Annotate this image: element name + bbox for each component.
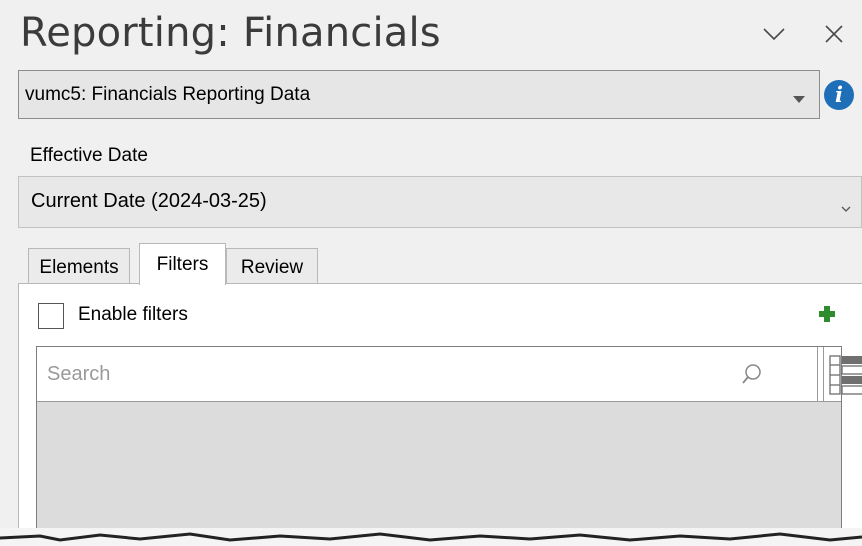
enable-filters-label[interactable]: Enable filters	[78, 304, 188, 326]
divider	[817, 347, 818, 402]
tab-elements[interactable]: Elements	[28, 248, 130, 284]
effective-date-value: Current Date (2024-03-25)	[31, 190, 267, 212]
cropped-edge	[0, 528, 862, 546]
effective-date-dropdown[interactable]: Current Date (2024-03-25)	[18, 176, 862, 228]
tab-review[interactable]: Review	[226, 248, 318, 284]
search-icon[interactable]	[741, 363, 763, 390]
list-view-icon[interactable]	[829, 355, 862, 400]
dropdown-arrow-icon	[793, 91, 805, 109]
search-input[interactable]	[37, 347, 787, 401]
effective-date-label: Effective Date	[30, 145, 148, 166]
divider	[823, 347, 824, 402]
enable-filters-checkbox[interactable]	[38, 303, 64, 329]
close-icon[interactable]	[818, 18, 850, 50]
data-source-value: vumc5: Financials Reporting Data	[25, 84, 311, 105]
data-source-dropdown[interactable]: vumc5: Financials Reporting Data	[18, 70, 820, 119]
chevron-down-icon[interactable]	[758, 18, 790, 50]
chevron-down-icon	[841, 199, 851, 217]
page-title: Reporting: Financials	[20, 10, 441, 56]
filters-list	[36, 346, 862, 546]
info-icon[interactable]: i	[824, 80, 854, 110]
plus-icon[interactable]	[817, 304, 837, 324]
tab-filters[interactable]: Filters	[139, 243, 226, 285]
search-bar	[37, 347, 862, 402]
